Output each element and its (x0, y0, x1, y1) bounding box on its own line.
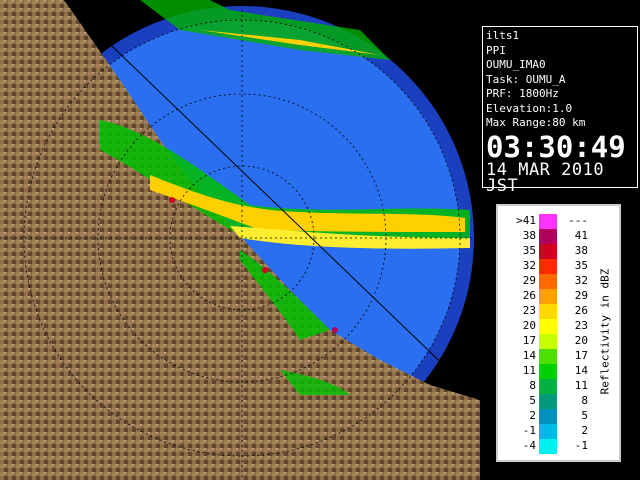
legend-high-value: 26 (574, 304, 588, 317)
legend-low-value: -4 (522, 439, 536, 452)
legend-row: 32 35 (498, 259, 588, 274)
legend-row: 23 26 (498, 304, 588, 319)
legend-high-value: 5 (581, 409, 588, 422)
legend-row: -1 2 (498, 424, 588, 439)
legend-color-swatch (539, 319, 557, 334)
site-name: OUMU_IMA0 (486, 58, 546, 71)
legend-low-value: >41 (516, 214, 536, 227)
legend-low-value: 11 (522, 364, 536, 377)
legend-low-value: 26 (522, 289, 536, 302)
legend-row: -4 -1 (498, 439, 588, 454)
legend-low-value: 5 (529, 394, 536, 407)
legend-color-swatch (539, 214, 557, 229)
legend-low-value: 2 (529, 409, 536, 422)
legend-row: 11 14 (498, 364, 588, 379)
scan-date: 14 MAR 2010 JST (486, 159, 605, 196)
legend-row: 29 32 (498, 274, 588, 289)
legend-low-value: 32 (522, 259, 536, 272)
elevation-value: Elevation:1.0 (486, 101, 573, 115)
legend-high-value: 11 (574, 379, 588, 392)
legend-low-value: 29 (522, 274, 536, 287)
legend-high-value: --- (568, 214, 588, 227)
legend-low-value: -1 (522, 424, 536, 437)
legend-title: Reflectivity in dBZ (598, 268, 612, 395)
legend-color-swatch (539, 289, 557, 304)
legend-row: 14 17 (498, 349, 588, 364)
legend-low-value: 20 (522, 319, 536, 332)
legend-color-swatch (539, 334, 557, 349)
legend-high-value: 32 (574, 274, 588, 287)
legend-color-swatch (539, 394, 557, 409)
station-name: ilts1 (486, 29, 520, 42)
legend-color-swatch (539, 304, 557, 319)
legend-low-value: 23 (522, 304, 536, 317)
legend-color-swatch (539, 364, 557, 379)
legend-low-value: 8 (529, 379, 536, 392)
legend-high-value: 8 (581, 394, 588, 407)
radar-ppi-display (0, 0, 480, 480)
legend-row: 25 (498, 409, 588, 424)
legend-high-value: 2 (581, 424, 588, 437)
legend-row: 58 (498, 394, 588, 409)
legend-color-swatch (539, 424, 557, 439)
product-type: PPI (486, 43, 506, 57)
legend-color-swatch (539, 409, 557, 424)
legend-color-swatch (539, 379, 557, 394)
legend-low-value: 14 (522, 349, 536, 362)
legend-row: >41 --- (498, 214, 588, 229)
legend-high-value: 20 (574, 334, 588, 347)
max-range-value: Max Range:80 km (486, 116, 586, 129)
legend-high-value: -1 (574, 439, 588, 452)
info-panel: ilts1 PPI OUMU_IMA0 Task: OUMU_A PRF: 18… (482, 26, 638, 194)
legend-color-swatch (539, 274, 557, 289)
scan-time: 03:30:49 (486, 129, 626, 164)
legend-color-swatch (539, 229, 557, 244)
legend-row: 17 20 (498, 334, 588, 349)
legend-color-swatch (539, 349, 557, 364)
reflectivity-legend: >41 --- 38 41 35 38 32 35 29 32 26 29 23 26 20 23 17 20 14… (496, 204, 621, 462)
legend-high-value: 23 (574, 319, 588, 332)
legend-color-swatch (539, 244, 557, 259)
legend-high-value: 17 (574, 349, 588, 362)
legend-row: 26 29 (498, 289, 588, 304)
legend-high-value: 35 (574, 259, 588, 272)
legend-row: 8 11 (498, 379, 588, 394)
legend-low-value: 35 (522, 244, 536, 257)
legend-row: 38 41 (498, 229, 588, 244)
legend-high-value: 14 (574, 364, 588, 377)
legend-row: 35 38 (498, 244, 588, 259)
legend-color-swatch (539, 439, 557, 454)
prf-value: PRF: 1800Hz (486, 87, 559, 100)
legend-high-value: 41 (574, 229, 588, 242)
task-name: Task: OUMU_A (486, 72, 566, 86)
legend-row: 20 23 (498, 319, 588, 334)
legend-high-value: 29 (574, 289, 588, 302)
legend-high-value: 38 (574, 244, 588, 257)
legend-color-swatch (539, 259, 557, 274)
legend-low-value: 38 (522, 229, 536, 242)
legend-low-value: 17 (522, 334, 536, 347)
